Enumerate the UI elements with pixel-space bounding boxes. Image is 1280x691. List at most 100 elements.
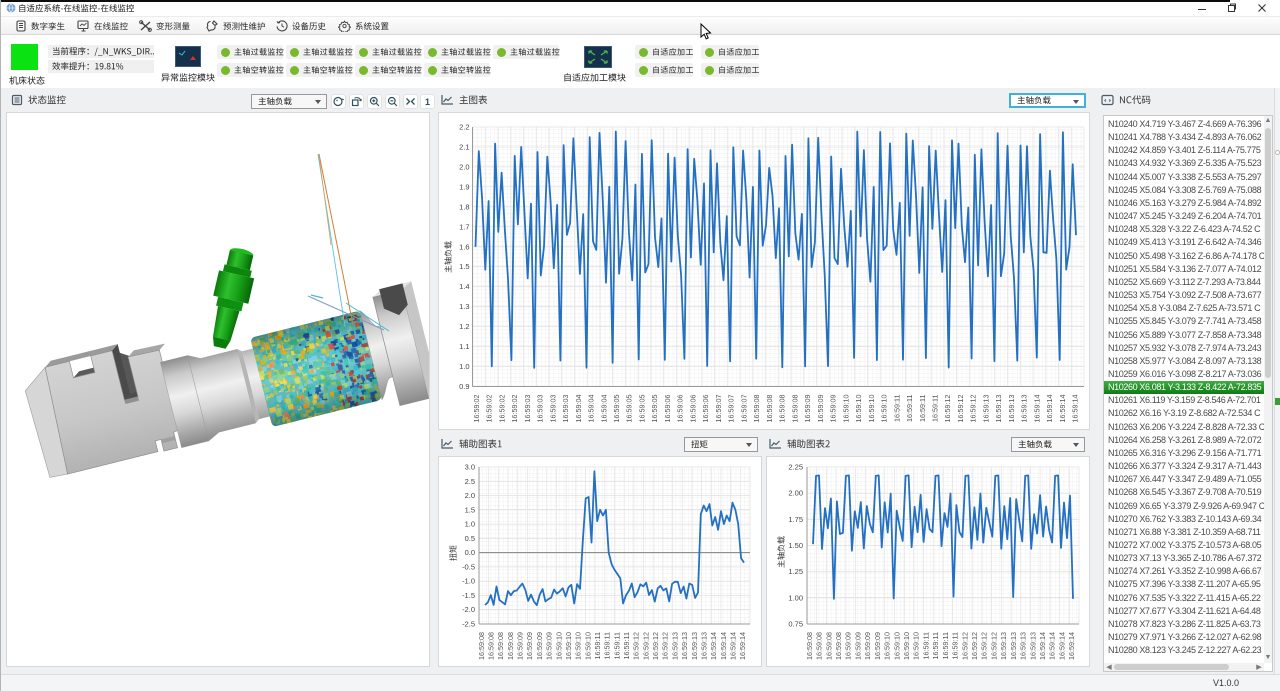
- svg-text:16:59:04: 16:59:04: [574, 395, 583, 423]
- svg-text:16:59:03: 16:59:03: [523, 395, 532, 423]
- svg-text:16:59:11: 16:59:11: [951, 632, 960, 659]
- svg-text:16:59:08: 16:59:08: [487, 632, 496, 660]
- svg-text:1.6: 1.6: [459, 242, 469, 251]
- svg-text:16:59:14: 16:59:14: [729, 632, 738, 660]
- svg-text:16:59:14: 16:59:14: [738, 632, 747, 660]
- svg-text:16:59:12: 16:59:12: [980, 632, 989, 660]
- svg-text:16:59:13: 16:59:13: [1028, 632, 1037, 660]
- svg-text:16:59:11: 16:59:11: [918, 395, 927, 422]
- svg-text:16:59:09: 16:59:09: [829, 395, 838, 423]
- svg-text:16:59:13: 16:59:13: [670, 632, 679, 660]
- svg-text:16:59:10: 16:59:10: [912, 632, 921, 660]
- svg-text:16:59:05: 16:59:05: [638, 395, 647, 423]
- svg-text:16:59:11: 16:59:11: [612, 632, 621, 659]
- svg-text:16:59:12: 16:59:12: [956, 395, 965, 423]
- svg-text:16:59:10: 16:59:10: [574, 632, 583, 660]
- svg-text:16:59:08: 16:59:08: [506, 632, 515, 660]
- svg-text:16:59:13: 16:59:13: [699, 632, 708, 660]
- svg-text:16:59:08: 16:59:08: [824, 632, 833, 660]
- svg-text:16:59:09: 16:59:09: [516, 632, 525, 660]
- svg-text:16:59:13: 16:59:13: [1019, 632, 1028, 660]
- svg-text:16:59:08: 16:59:08: [778, 395, 787, 423]
- svg-text:-0.5: -0.5: [462, 562, 475, 571]
- svg-text:16:59:13: 16:59:13: [1007, 395, 1016, 423]
- svg-text:16:59:10: 16:59:10: [554, 632, 563, 660]
- svg-text:16:59:09: 16:59:09: [535, 632, 544, 660]
- svg-text:16:59:08: 16:59:08: [477, 632, 486, 660]
- svg-text:16:59:08: 16:59:08: [790, 395, 799, 423]
- svg-text:16:59:07: 16:59:07: [739, 395, 748, 423]
- svg-text:1.50: 1.50: [788, 541, 803, 550]
- svg-text:16:59:09: 16:59:09: [873, 632, 882, 660]
- svg-text:0.0: 0.0: [465, 548, 475, 557]
- svg-text:16:59:12: 16:59:12: [641, 632, 650, 660]
- svg-text:16:59:11: 16:59:11: [921, 632, 930, 659]
- svg-text:16:59:08: 16:59:08: [834, 632, 843, 660]
- svg-text:16:59:14: 16:59:14: [1071, 395, 1080, 423]
- svg-text:16:59:03: 16:59:03: [561, 395, 570, 423]
- svg-text:16:59:09: 16:59:09: [525, 632, 534, 660]
- svg-text:16:59:11: 16:59:11: [931, 632, 940, 659]
- svg-text:1.7: 1.7: [459, 222, 469, 231]
- svg-text:16:59:06: 16:59:06: [676, 395, 685, 423]
- svg-text:16:59:13: 16:59:13: [1009, 632, 1018, 660]
- svg-text:16:59:14: 16:59:14: [709, 632, 718, 660]
- svg-text:2.5: 2.5: [465, 477, 475, 486]
- svg-text:16:59:12: 16:59:12: [632, 632, 641, 660]
- svg-text:0.5: 0.5: [465, 534, 475, 543]
- svg-text:-1.0: -1.0: [462, 577, 475, 586]
- svg-text:16:59:08: 16:59:08: [765, 395, 774, 423]
- svg-text:16:59:10: 16:59:10: [883, 632, 892, 660]
- svg-text:16:59:14: 16:59:14: [1057, 632, 1066, 660]
- svg-text:16:59:02: 16:59:02: [510, 395, 519, 423]
- svg-text:-2.5: -2.5: [462, 620, 475, 629]
- svg-text:16:59:10: 16:59:10: [902, 632, 911, 660]
- svg-text:16:59:04: 16:59:04: [599, 395, 608, 423]
- svg-text:16:59:11: 16:59:11: [892, 395, 901, 422]
- svg-text:16:59:07: 16:59:07: [727, 395, 736, 423]
- svg-text:16:59:13: 16:59:13: [994, 395, 1003, 423]
- svg-text:16:59:04: 16:59:04: [587, 395, 596, 423]
- svg-text:1.2: 1.2: [459, 322, 469, 331]
- svg-text:16:59:11: 16:59:11: [941, 632, 950, 659]
- svg-text:2.2: 2.2: [459, 123, 469, 132]
- svg-text:16:59:12: 16:59:12: [960, 632, 969, 660]
- svg-text:2.25: 2.25: [788, 463, 803, 472]
- svg-text:16:59:10: 16:59:10: [880, 395, 889, 423]
- svg-text:16:59:11: 16:59:11: [905, 395, 914, 422]
- svg-text:16:59:03: 16:59:03: [536, 395, 545, 423]
- svg-text:16:59:13: 16:59:13: [982, 395, 991, 423]
- svg-text:16:59:10: 16:59:10: [867, 395, 876, 423]
- svg-text:0.9: 0.9: [459, 382, 469, 391]
- svg-text:16:59:02: 16:59:02: [472, 395, 481, 423]
- svg-text:2.0: 2.0: [459, 162, 469, 171]
- svg-text:0.75: 0.75: [788, 620, 803, 629]
- svg-text:16:59:09: 16:59:09: [863, 632, 872, 660]
- svg-text:1.5: 1.5: [465, 505, 475, 514]
- svg-text:16:59:13: 16:59:13: [680, 632, 689, 660]
- svg-text:1.8: 1.8: [459, 202, 469, 211]
- svg-text:16:59:10: 16:59:10: [841, 395, 850, 423]
- svg-text:2.1: 2.1: [459, 143, 469, 152]
- svg-text:1.75: 1.75: [788, 515, 803, 524]
- svg-text:16:59:12: 16:59:12: [661, 632, 670, 660]
- svg-text:2.0: 2.0: [465, 491, 475, 500]
- svg-text:16:59:12: 16:59:12: [651, 632, 660, 660]
- svg-text:16:59:03: 16:59:03: [548, 395, 557, 423]
- svg-text:16:59:06: 16:59:06: [701, 395, 710, 423]
- svg-text:16:59:09: 16:59:09: [844, 632, 853, 660]
- svg-text:16:59:11: 16:59:11: [603, 632, 612, 659]
- svg-text:16:59:08: 16:59:08: [815, 632, 824, 660]
- svg-text:1.3: 1.3: [459, 302, 469, 311]
- svg-text:16:59:08: 16:59:08: [752, 395, 761, 423]
- svg-text:16:59:12: 16:59:12: [970, 632, 979, 660]
- svg-text:16:59:09: 16:59:09: [853, 632, 862, 660]
- svg-text:1.0: 1.0: [465, 520, 475, 529]
- svg-text:16:59:14: 16:59:14: [1045, 395, 1054, 423]
- svg-text:3.0: 3.0: [465, 463, 475, 472]
- svg-text:16:59:12: 16:59:12: [969, 395, 978, 423]
- svg-text:1.1: 1.1: [459, 342, 469, 351]
- svg-text:16:59:05: 16:59:05: [612, 395, 621, 423]
- svg-text:16:59:08: 16:59:08: [805, 632, 814, 660]
- svg-text:16:59:10: 16:59:10: [564, 632, 573, 660]
